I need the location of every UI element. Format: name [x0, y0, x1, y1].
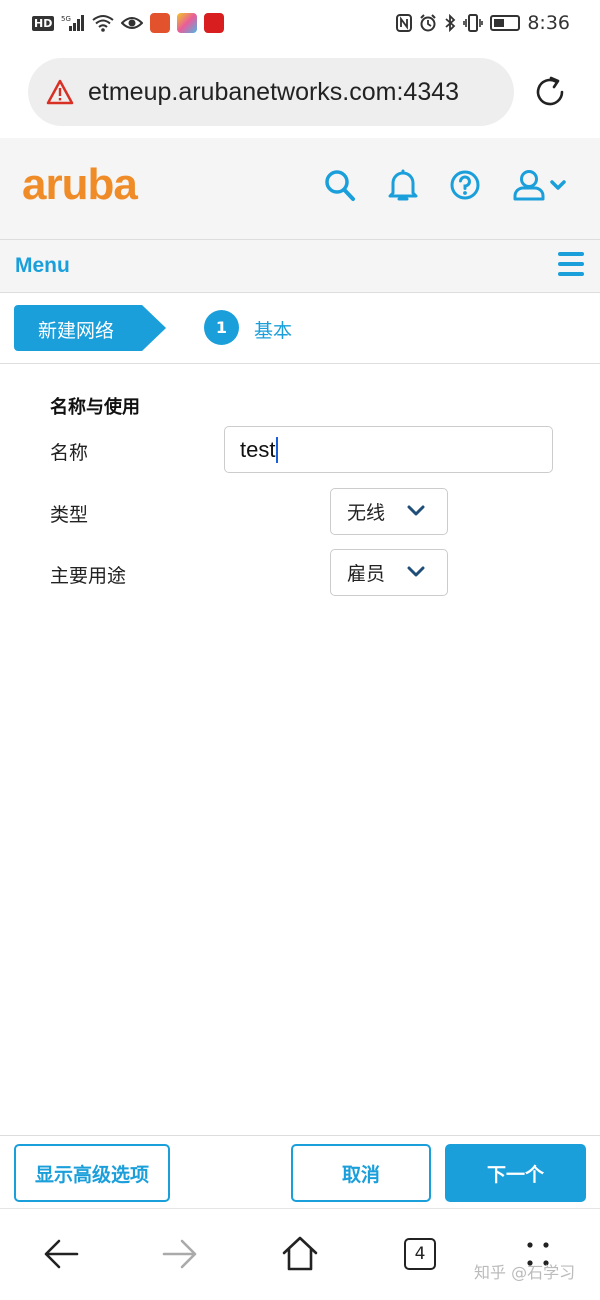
hamburger-menu-icon[interactable] [558, 252, 584, 276]
svg-text:5G: 5G [61, 15, 71, 23]
watermark: 知乎 @石学习 [474, 1263, 576, 1282]
warning-icon[interactable] [46, 79, 74, 105]
new-network-label: 新建网络 [38, 320, 115, 342]
bell-icon[interactable] [387, 168, 419, 202]
home-icon[interactable] [281, 1235, 319, 1273]
app-notification-icon [177, 13, 198, 33]
address-field[interactable]: etmeup.arubanetworks.com:4343 [28, 58, 514, 126]
browser-url-bar: etmeup.arubanetworks.com:4343 [0, 58, 600, 128]
chevron-down-icon[interactable] [407, 505, 425, 517]
type-label: 类型 [50, 504, 89, 526]
new-network-tag: 新建网络 [14, 305, 166, 351]
hd-icon: HD [32, 15, 55, 31]
text-caret [276, 436, 279, 463]
vibrate-icon [463, 14, 484, 32]
battery-icon [490, 15, 521, 31]
usage-select[interactable]: 雇员 [330, 549, 448, 596]
wizard-footer: 显示高级选项 取消 下一个 [0, 1135, 600, 1208]
status-bar: HD 5G 8:36 [0, 0, 600, 46]
usage-label: 主要用途 [50, 565, 127, 587]
chevron-down-icon[interactable] [407, 566, 425, 578]
type-select[interactable]: 无线 [330, 488, 448, 535]
5g-signal-icon: 5G [61, 15, 85, 31]
url-text[interactable]: etmeup.arubanetworks.com:4343 [88, 78, 459, 107]
nfc-icon [396, 14, 413, 32]
menu-bar: Menu [0, 240, 600, 293]
bluetooth-icon [445, 14, 456, 32]
section-title: 名称与使用 [50, 397, 140, 418]
cancel-button[interactable]: 取消 [291, 1144, 431, 1202]
reload-icon[interactable] [532, 74, 568, 110]
status-time: 8:36 [527, 12, 570, 34]
user-menu-icon[interactable] [512, 168, 572, 202]
name-input-value[interactable]: test [240, 437, 275, 463]
step-number[interactable]: 1 [204, 310, 239, 345]
usage-select-value[interactable]: 雇员 [347, 559, 385, 586]
search-icon[interactable] [324, 168, 356, 202]
back-arrow-icon[interactable] [42, 1235, 80, 1273]
help-icon[interactable] [449, 168, 481, 202]
type-select-value[interactable]: 无线 [347, 498, 385, 525]
browser-nav-bar: 4 知乎 @石学习 [0, 1208, 600, 1300]
tab-count-button[interactable]: 4 [404, 1238, 436, 1270]
step-name[interactable]: 基本 [254, 316, 292, 343]
alarm-icon [420, 14, 437, 32]
app-notification-icon [204, 13, 225, 33]
show-advanced-button[interactable]: 显示高级选项 [14, 1144, 170, 1202]
app-notification-icon [150, 13, 171, 33]
next-button[interactable]: 下一个 [445, 1144, 586, 1202]
menu-label[interactable]: Menu [15, 254, 70, 278]
eye-icon [121, 17, 144, 29]
name-input[interactable]: test [224, 426, 553, 473]
wizard-header: 新建网络 1 基本 [0, 294, 600, 364]
name-label: 名称 [50, 442, 89, 464]
aruba-logo[interactable]: aruba [22, 160, 138, 210]
app-header: aruba [0, 138, 600, 240]
wifi-icon [92, 15, 114, 32]
forward-arrow-icon[interactable] [161, 1235, 199, 1273]
